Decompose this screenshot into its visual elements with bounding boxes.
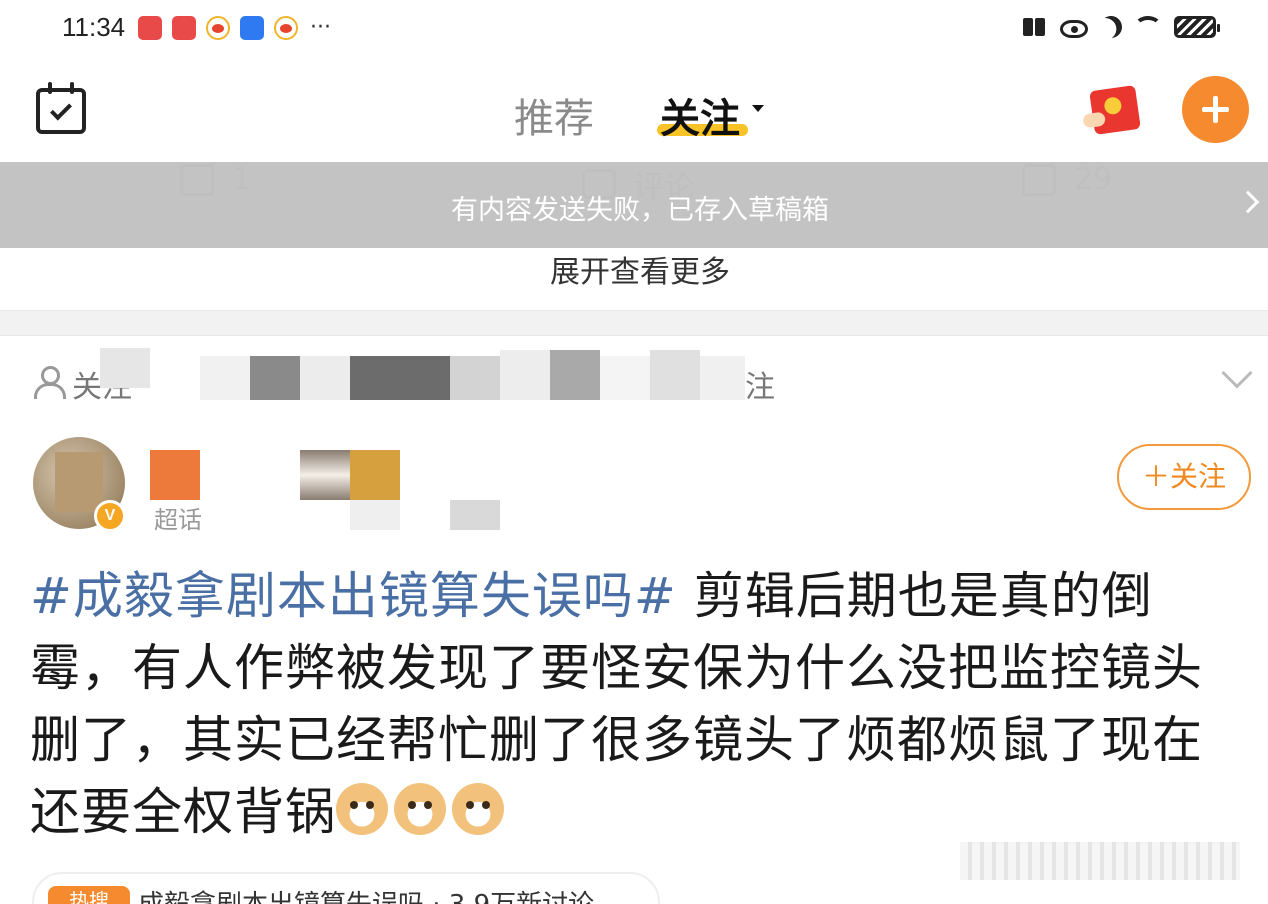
redacted-text bbox=[550, 350, 600, 400]
redacted-watermark bbox=[960, 842, 1240, 880]
redacted-text bbox=[650, 350, 700, 400]
do-not-disturb-icon bbox=[1097, 13, 1125, 41]
tab-follow-label: 关注 bbox=[660, 96, 740, 142]
weibo-icon bbox=[274, 16, 298, 40]
redacted-text bbox=[100, 348, 150, 388]
redacted-text bbox=[200, 356, 250, 400]
redacted-username bbox=[300, 450, 350, 500]
huawei-app-icon bbox=[172, 16, 196, 40]
add-post-button[interactable] bbox=[1182, 76, 1249, 143]
person-icon bbox=[33, 366, 66, 399]
system-icons bbox=[1022, 13, 1220, 41]
hot-topic-text: 成毅拿剧本出镜算失误吗 · 3.9万新讨论 bbox=[138, 884, 594, 904]
tab-recommend[interactable]: 推荐 bbox=[514, 86, 594, 144]
redacted-subtitle bbox=[450, 500, 500, 530]
draft-saved-toast[interactable]: 有内容发送失败，已存入草稿箱 bbox=[0, 162, 1268, 248]
calendar-check-icon[interactable] bbox=[36, 82, 86, 134]
feed-divider bbox=[0, 310, 1268, 336]
redacted-text bbox=[700, 356, 745, 400]
doge-emoji-icon bbox=[336, 783, 388, 835]
user-subtitle: 超话 bbox=[154, 506, 202, 534]
hot-topic-chip[interactable]: 热搜 成毅拿剧本出镜算失误吗 · 3.9万新讨论 bbox=[32, 872, 660, 904]
expand-more-link[interactable]: 展开查看更多 bbox=[0, 247, 1268, 291]
redacted-text bbox=[600, 356, 650, 400]
redacted-text bbox=[300, 356, 350, 400]
wifi-icon bbox=[1134, 16, 1162, 38]
doge-emoji-icon bbox=[394, 783, 446, 835]
chat-app-icon bbox=[240, 16, 264, 40]
status-time: 11:34 bbox=[62, 12, 126, 42]
redacted-subtitle bbox=[350, 500, 400, 530]
eye-comfort-icon bbox=[1060, 20, 1088, 38]
redacted-username[interactable] bbox=[150, 450, 200, 500]
tab-follow[interactable]: 关注 bbox=[660, 86, 740, 144]
battery-saver-icon bbox=[1174, 16, 1220, 38]
post-body: #成毅拿剧本出镜算失误吗# 剪辑后期也是真的倒霉，有人作弊被发现了要怪安保为什么… bbox=[30, 560, 1242, 848]
redacted-avatar bbox=[55, 452, 103, 512]
verified-badge-icon: V bbox=[94, 500, 126, 532]
post-hashtag-link[interactable]: #成毅拿剧本出镜算失误吗# bbox=[30, 567, 677, 625]
notification-icons: ··· bbox=[138, 16, 331, 40]
status-bar: 11:34 ··· bbox=[0, 0, 1268, 58]
toast-message: 有内容发送失败，已存入草稿箱 bbox=[451, 195, 829, 226]
follow-button[interactable]: ＋关注 bbox=[1117, 444, 1251, 510]
hot-search-badge: 热搜 bbox=[48, 886, 130, 904]
redacted-text bbox=[350, 356, 450, 400]
weibo-icon bbox=[206, 16, 230, 40]
more-notifications-indicator: ··· bbox=[310, 15, 331, 40]
app-header: 推荐 关注 bbox=[0, 58, 1268, 162]
reader-mode-icon bbox=[1022, 14, 1048, 40]
chevron-down-icon[interactable] bbox=[1221, 357, 1253, 389]
redacted-text bbox=[450, 356, 500, 400]
redacted-text bbox=[500, 350, 550, 400]
redacted-text bbox=[250, 356, 300, 400]
huawei-app-icon bbox=[138, 16, 162, 40]
redacted-username bbox=[350, 450, 400, 500]
doge-emoji-icon bbox=[452, 783, 504, 835]
caret-down-icon[interactable] bbox=[752, 105, 764, 112]
follow-reason-row: 关注 注 bbox=[0, 336, 1268, 424]
red-packet-icon[interactable] bbox=[1089, 85, 1141, 135]
follow-reason-suffix: 注 bbox=[745, 370, 775, 405]
